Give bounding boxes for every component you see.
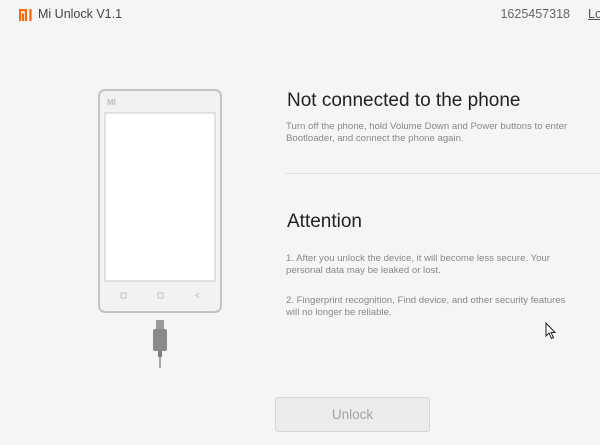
app-title: Mi Unlock V1.1 xyxy=(38,7,123,21)
mi-logo-icon xyxy=(19,9,32,21)
attention-heading: Attention xyxy=(287,211,362,232)
connection-instructions-line-1: Turn off the phone, hold Volume Down and… xyxy=(286,121,568,132)
phone-illustration: MI xyxy=(98,89,222,313)
section-divider xyxy=(285,173,600,174)
user-id: 1625457318 xyxy=(500,7,570,21)
title-bar: Mi Unlock V1.1 1625457318 Lo xyxy=(0,0,600,30)
attention-item-2-line-1: 2. Fingerprint recognition, Find device,… xyxy=(286,295,566,306)
connection-instructions-line-2: Bootloader, and connect the phone again. xyxy=(286,133,464,144)
mouse-pointer-icon xyxy=(545,322,557,340)
usb-cable-icon xyxy=(153,320,167,368)
unlock-button[interactable]: Unlock xyxy=(275,397,430,432)
attention-item-2-line-2: will no longer be reliable. xyxy=(286,307,392,318)
login-link[interactable]: Lo xyxy=(588,7,600,21)
connection-status-heading: Not connected to the phone xyxy=(287,90,521,111)
phone-logo-text: MI xyxy=(107,98,116,107)
attention-item-1-line-1: 1. After you unlock the device, it will … xyxy=(286,253,550,264)
attention-item-1-line-2: personal data may be leaked or lost. xyxy=(286,265,441,276)
